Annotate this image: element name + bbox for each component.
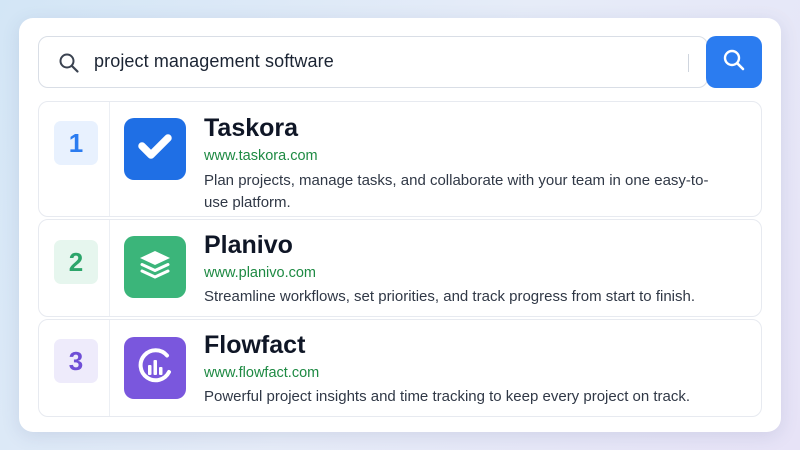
rank-badge: 3 [54,339,98,383]
layers-icon [135,245,175,290]
search-results-card: project management software 1 Taskora ww… [19,18,781,432]
search-input[interactable]: project management software [38,36,708,88]
search-button[interactable] [706,36,762,88]
analytics-chart-icon [134,345,176,392]
divider [109,102,110,216]
result-url[interactable]: www.planivo.com [204,265,316,281]
search-query-text: project management software [94,51,334,71]
search-icon [722,48,746,77]
rank-badge: 2 [54,240,98,284]
result-description: Powerful project insights and time track… [204,388,691,405]
result-title[interactable]: Flowfact [204,331,305,360]
result-item[interactable]: 3 Flowfact www.flowfact.com Powerful pro… [38,319,762,417]
result-item[interactable]: 2 Planivo www.planivo.com Streamline wor… [38,219,762,317]
result-title[interactable]: Planivo [204,231,293,260]
result-logo[interactable] [124,236,186,298]
result-item[interactable]: 1 Taskora www.taskora.com Plan projects,… [38,101,762,217]
search-bar: project management software [38,36,762,88]
result-url[interactable]: www.flowfact.com [204,365,319,381]
result-logo[interactable] [124,337,186,399]
checkmark-icon [135,127,175,172]
divider [109,320,110,416]
search-divider [688,54,689,72]
rank-badge: 1 [54,121,98,165]
divider [109,220,110,316]
result-url[interactable]: www.taskora.com [204,148,318,164]
result-description: Streamline workflows, set priorities, an… [204,288,696,305]
result-description: Plan projects, manage tasks, and collabo… [204,172,709,211]
search-icon [58,52,80,74]
result-title[interactable]: Taskora [204,114,298,143]
result-logo[interactable] [124,118,186,180]
